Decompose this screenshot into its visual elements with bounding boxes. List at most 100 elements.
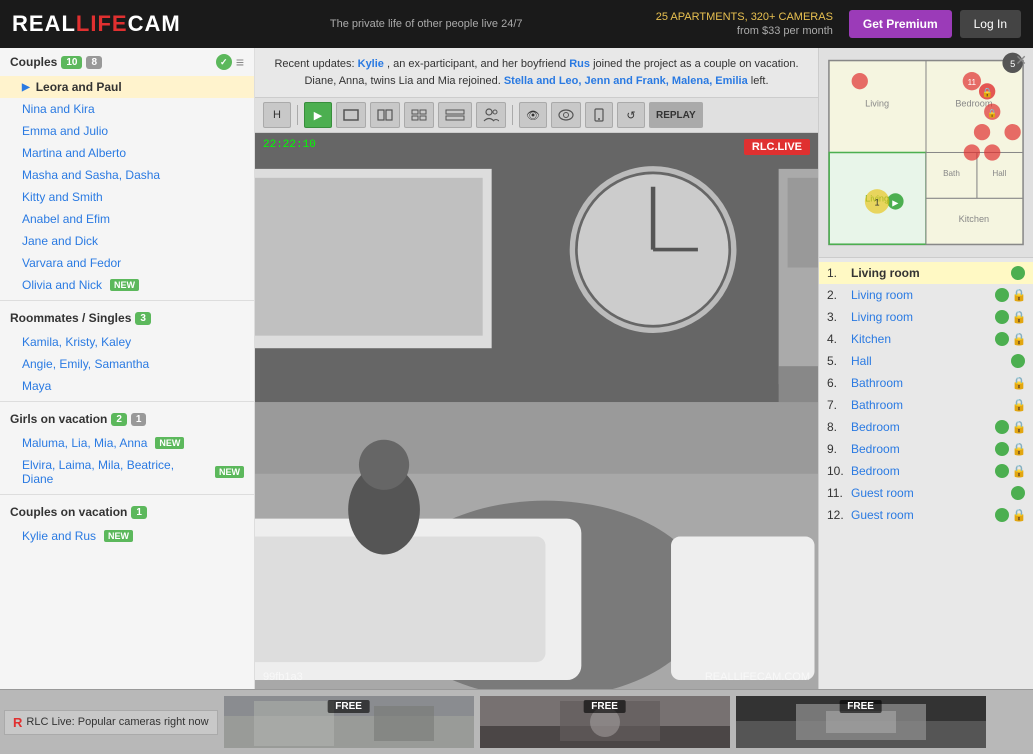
lock-icon: 🔒 xyxy=(1013,310,1025,324)
sidebar-item-kylie-rus[interactable]: Kylie and Rus NEW xyxy=(0,525,254,547)
room-item-6[interactable]: 6. Bathroom 🔒 xyxy=(819,372,1033,394)
room-item-7[interactable]: 7. Bathroom 🔒 xyxy=(819,394,1033,416)
room-num: 10. xyxy=(827,464,847,478)
apt-price: from $33 per month xyxy=(656,24,833,38)
toolbar-layout3-button[interactable] xyxy=(404,102,434,128)
room-item-3[interactable]: 3. Living room 🔒 xyxy=(819,306,1033,328)
svg-text:Hall: Hall xyxy=(992,169,1006,178)
room-item-4[interactable]: 4. Kitchen 🔒 xyxy=(819,328,1033,350)
toolbar-h-button[interactable]: H xyxy=(263,102,291,128)
sidebar-item-jane-dick[interactable]: Jane and Dick xyxy=(0,230,254,252)
sidebar-item-anabel-efim[interactable]: Anabel and Efim xyxy=(0,208,254,230)
badge-new: NEW xyxy=(215,466,244,478)
toolbar-layout1-button[interactable] xyxy=(336,102,366,128)
svg-text:11: 11 xyxy=(968,78,977,87)
apt-info: 25 APARTMENTS, 320+ CAMERAS from $33 per… xyxy=(656,10,833,39)
thumbnail-2[interactable]: FREE xyxy=(480,696,730,748)
room-item-8[interactable]: 8. Bedroom 🔒 xyxy=(819,416,1033,438)
section-couples: Couples 10 8 ✓ ≡ xyxy=(0,48,254,76)
lock-icon: 🔒 xyxy=(1013,508,1025,522)
floor-plan-close[interactable]: ✕ xyxy=(1015,52,1027,69)
section-icon-circle: ✓ xyxy=(216,54,232,70)
section-roommates: Roommates / Singles 3 xyxy=(0,305,254,331)
sound-icon xyxy=(995,332,1009,346)
sidebar-item-masha-sasha[interactable]: Masha and Sasha, Dasha xyxy=(0,164,254,186)
news-rus: Rus xyxy=(569,58,590,70)
section-couples-vac-label: Couples on vacation xyxy=(10,505,127,519)
room-num: 7. xyxy=(827,398,847,412)
toolbar-mobile-button[interactable] xyxy=(585,102,613,128)
section-roommates-label: Roommates / Singles xyxy=(10,311,131,325)
lock-icon: 🔒 xyxy=(1013,464,1025,478)
news-left: Stella and Leo, Jenn and Frank, Malena, … xyxy=(504,75,748,87)
sound-icon xyxy=(1011,266,1025,280)
bottom-bar-label: R RLC Live: Popular cameras right now xyxy=(4,710,218,735)
room-name: Bedroom xyxy=(851,442,991,456)
news-kylie: Kylie xyxy=(358,58,384,70)
apt-count: 25 APARTMENTS, 320+ CAMERAS xyxy=(656,10,833,24)
badge-roommates: 3 xyxy=(135,312,151,325)
toolbar-play-button[interactable]: ▶ xyxy=(304,102,332,128)
sidebar-item-maya[interactable]: Maya xyxy=(0,375,254,397)
room-item-12[interactable]: 12. Guest room 🔒 xyxy=(819,504,1033,526)
lock-icon: 🔒 xyxy=(1013,420,1025,434)
thumb-free-badge: FREE xyxy=(583,700,626,713)
toolbar-people-button[interactable] xyxy=(476,102,506,128)
room-num: 2. xyxy=(827,288,847,302)
room-name: Hall xyxy=(851,354,1007,368)
room-item-11[interactable]: 11. Guest room xyxy=(819,482,1033,504)
login-button[interactable]: Log In xyxy=(960,10,1021,38)
svg-text:Living: Living xyxy=(865,99,889,109)
room-item-9[interactable]: 9. Bedroom 🔒 xyxy=(819,438,1033,460)
sidebar-item-kamila[interactable]: Kamila, Kristy, Kaley xyxy=(0,331,254,353)
lock-icon: 🔒 xyxy=(1013,442,1025,456)
sound-icon xyxy=(995,288,1009,302)
room-name: Kitchen xyxy=(851,332,991,346)
room-item-10[interactable]: 10. Bedroom 🔒 xyxy=(819,460,1033,482)
lock-icon: 🔒 xyxy=(1013,332,1025,346)
room-item-2[interactable]: 2. Living room 🔒 xyxy=(819,284,1033,306)
room-name: Living room xyxy=(851,288,991,302)
section-icons: ✓ ≡ xyxy=(216,54,244,70)
get-premium-button[interactable]: Get Premium xyxy=(849,10,952,38)
thumbnail-3[interactable]: FREE xyxy=(736,696,986,748)
svg-text:1: 1 xyxy=(875,197,880,207)
sidebar-item-martina-alberto[interactable]: Martina and Alberto xyxy=(0,142,254,164)
thumbnail-1[interactable]: FREE xyxy=(224,696,474,748)
room-num: 1. xyxy=(827,266,847,280)
section-menu-icon[interactable]: ≡ xyxy=(236,54,244,70)
toolbar-cam-button[interactable] xyxy=(551,102,581,128)
room-item-1[interactable]: 1. Living room xyxy=(819,262,1033,284)
sidebar-item-nina-kira[interactable]: Nina and Kira xyxy=(0,98,254,120)
sidebar-item-maluma[interactable]: Maluma, Lia, Mia, Anna NEW xyxy=(0,432,254,454)
room-item-5[interactable]: 5. Hall xyxy=(819,350,1033,372)
toolbar-replay-button[interactable]: REPLAY xyxy=(649,102,703,128)
news-bar: Recent updates: Kylie , an ex-participan… xyxy=(255,48,818,98)
badge-new: NEW xyxy=(110,279,139,291)
toolbar-layout4-button[interactable] xyxy=(438,102,472,128)
room-name: Bathroom xyxy=(851,376,1009,390)
room-num: 12. xyxy=(827,508,847,522)
live-badge: RLC.LIVE xyxy=(744,139,810,155)
girl-name: Maluma, Lia, Mia, Anna xyxy=(22,436,147,450)
sound-icon xyxy=(995,464,1009,478)
video-container: 22:22:10 RLC.LIVE 99fb1a3 REALLIFECAM.CO… xyxy=(255,133,818,689)
sidebar-item-varvara-fedor[interactable]: Varvara and Fedor xyxy=(0,252,254,274)
toolbar-refresh-button[interactable]: ↺ xyxy=(617,102,645,128)
sound-icon xyxy=(995,442,1009,456)
sidebar-item-kitty-smith[interactable]: Kitty and Smith xyxy=(0,186,254,208)
sidebar-item-leora-paul[interactable]: ▶ Leora and Paul xyxy=(0,76,254,98)
right-panel: ✕ Living Bedroom Living Bath Hall Kitche… xyxy=(818,48,1033,689)
sidebar-item-elvira[interactable]: Elvira, Laima, Mila, Beatrice, Diane NEW xyxy=(0,454,254,490)
sound-icon xyxy=(995,310,1009,324)
sidebar-item-olivia-nick[interactable]: Olivia and Nick NEW xyxy=(0,274,254,296)
toolbar-eye-button[interactable]: 👁 xyxy=(519,102,547,128)
room-name: Guest room xyxy=(851,486,1007,500)
toolbar-layout2-button[interactable] xyxy=(370,102,400,128)
sidebar-item-angie[interactable]: Angie, Emily, Samantha xyxy=(0,353,254,375)
rlc-icon: R xyxy=(13,715,22,730)
toolbar-separator xyxy=(297,105,298,125)
sidebar-item-emma-julio[interactable]: Emma and Julio xyxy=(0,120,254,142)
badge-couples-vac: 1 xyxy=(131,506,147,519)
thumb-free-badge: FREE xyxy=(327,700,370,713)
